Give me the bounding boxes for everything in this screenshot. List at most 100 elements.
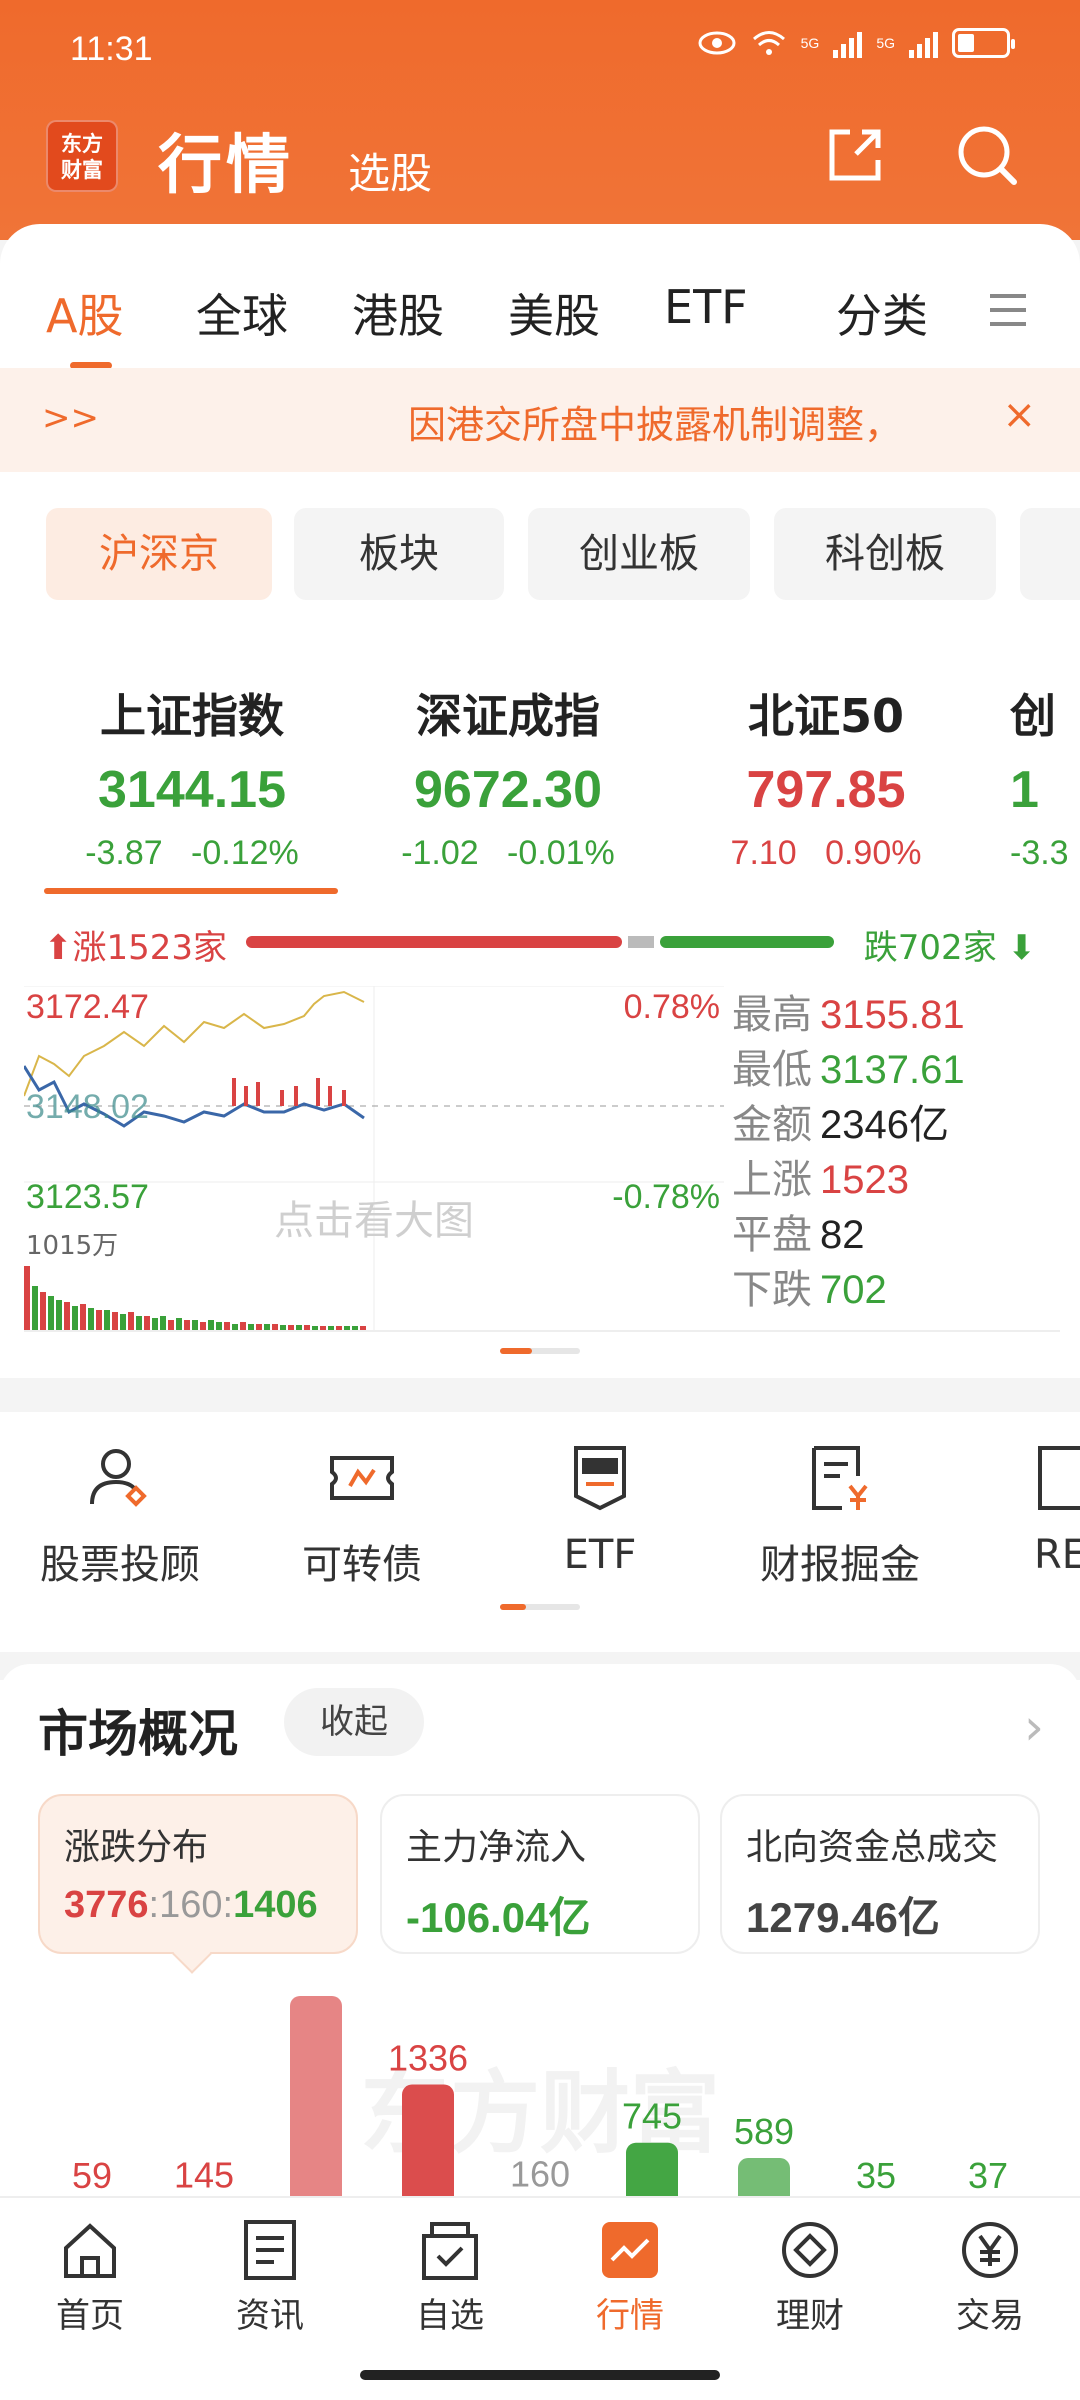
- index-value: 3144.15: [98, 761, 286, 819]
- tab-category[interactable]: 分类: [836, 280, 928, 346]
- distribution-bar-label: 37: [968, 2155, 1008, 2196]
- page-title: 行情: [158, 129, 294, 203]
- status-icons: 5G 5G: [697, 28, 1015, 58]
- volume-histogram: [24, 1266, 366, 1332]
- card-main-net-inflow[interactable]: 主力净流入 -106.04亿: [380, 1794, 700, 1954]
- nav-watchlist[interactable]: 自选: [360, 2218, 540, 2337]
- menu-icon[interactable]: [986, 288, 1030, 332]
- nav-wealth[interactable]: 理财: [720, 2218, 900, 2337]
- chart-mid-label: 3148.02: [26, 1088, 149, 1126]
- distribution-bar-label: 35: [856, 2155, 896, 2196]
- card-pointer: [172, 1934, 212, 1974]
- stat-low: 最低 3137.61: [732, 1047, 965, 1093]
- app-logo: 东方 财富: [46, 120, 118, 192]
- nav-news[interactable]: 资讯: [180, 2218, 360, 2337]
- advance-label: ⬆涨1523家: [44, 928, 228, 968]
- chip-more[interactable]: [1020, 508, 1080, 600]
- index-value: 9672.30: [414, 761, 602, 819]
- index-change: -3.87 -0.12%: [85, 834, 299, 872]
- logo-text-line2: 财富: [61, 158, 103, 182]
- app-header: 11:31 5G 5G 东方 财富 行情 选股: [0, 0, 1080, 240]
- distribution-bar-label: 745: [622, 2096, 682, 2137]
- intraday-chart-svg: 3172.47 3148.02 3123.57 0.78% -0.78% 101…: [22, 985, 724, 1332]
- close-icon[interactable]: ×: [1002, 392, 1036, 438]
- chip-chinext[interactable]: 创业板: [528, 508, 750, 600]
- market-tabs: A股 全球 港股 美股 ETF 分类: [0, 270, 1080, 370]
- stat-high: 最高 3155.81: [732, 992, 965, 1038]
- stock-picker-link[interactable]: 选股: [348, 140, 432, 201]
- tool-shortcuts: 股票投顾 可转债 ETF 财报掘金 RE: [0, 1412, 1080, 1652]
- eye-icon: [698, 31, 736, 55]
- etf-icon: [574, 1446, 626, 1511]
- trade-yen-icon: [962, 2222, 1018, 2278]
- chip-sector[interactable]: 板块: [294, 508, 504, 600]
- wifi-icon: [752, 31, 785, 55]
- index-card-shenzhen[interactable]: 深证成指 9672.30 -1.02 -0.01%: [358, 680, 658, 873]
- chart-high-pct: 0.78%: [624, 988, 720, 1026]
- index-name: 北证50: [747, 689, 904, 743]
- index-card-bse50[interactable]: 北证50 797.85 7.10 0.90%: [676, 680, 976, 873]
- card-northbound-volume[interactable]: 北向资金总成交 1279.46亿: [720, 1794, 1040, 1954]
- signal-icon-2: [909, 28, 938, 58]
- market-chart-icon: [602, 2222, 658, 2278]
- tool-advisor[interactable]: 股票投顾: [10, 1412, 230, 1590]
- index-value: 797.85: [746, 761, 906, 819]
- tab-global[interactable]: 全球: [196, 280, 288, 346]
- index-card-partial[interactable]: 创 1 -3.3: [1010, 680, 1080, 873]
- stat-flat: 平盘 82: [732, 1212, 865, 1258]
- index-name: 深证成指: [416, 689, 600, 743]
- tab-hk[interactable]: 港股: [352, 280, 444, 346]
- index-active-indicator: [44, 888, 338, 894]
- intraday-chart[interactable]: 3172.47 3148.02 3123.57 0.78% -0.78% 101…: [22, 985, 724, 1332]
- tab-etf[interactable]: ETF: [664, 280, 748, 334]
- index-name: 上证指数: [100, 689, 284, 743]
- tool-convertible-bond[interactable]: 可转债: [252, 1412, 472, 1590]
- chart-pager: [500, 1348, 580, 1354]
- watchlist-icon: [422, 2222, 478, 2280]
- tab-us[interactable]: 美股: [508, 280, 600, 346]
- battery-icon: [952, 28, 1015, 58]
- flat-segment: [628, 936, 654, 948]
- decline-segment: [660, 936, 834, 948]
- decline-label: 跌702家 ⬇: [863, 928, 1036, 968]
- rise-flat-fall-ratio: 3776:160:1406: [64, 1884, 318, 1926]
- arrow-up-icon: ⬆: [44, 928, 73, 968]
- nav-trade[interactable]: 交易: [900, 2218, 1080, 2337]
- signal-icon-1: [833, 28, 863, 58]
- chip-hushenjing[interactable]: 沪深京: [46, 508, 272, 600]
- report-icon: [812, 1446, 868, 1510]
- index-stats: 最高 3155.81 最低 3137.61 金额 2346亿 上涨 1523 平盘 82 …: [732, 988, 1062, 1318]
- chart-high-label: 3172.47: [26, 988, 149, 1026]
- share-icon[interactable]: [820, 120, 890, 190]
- market-filter-chips: 沪深京 板块 创业板 科创板: [0, 508, 1080, 600]
- nav-market[interactable]: 行情: [540, 2218, 720, 2337]
- logo-text-line1: 东方: [61, 132, 103, 156]
- advance-segment: [246, 936, 622, 948]
- tools-pager: [500, 1604, 580, 1610]
- card-rise-fall-distribution[interactable]: 涨跌分布 3776:160:1406: [38, 1794, 358, 1974]
- notice-message[interactable]: 因港交所盘中披露机制调整，: [408, 394, 968, 449]
- chart-volume-label: 1015万: [26, 1231, 118, 1261]
- advisor-icon: [90, 1449, 147, 1507]
- advance-decline-bar: ⬆涨1523家 跌702家 ⬇: [0, 916, 1080, 968]
- notice-bar[interactable]: >> 因港交所盘中披露机制调整， ×: [0, 368, 1080, 472]
- nav-home[interactable]: 首页: [0, 2218, 180, 2337]
- tool-partial[interactable]: RE: [990, 1412, 1080, 1578]
- index-card-shanghai[interactable]: 上证指数 3144.15 -3.87 -0.12%: [42, 680, 342, 873]
- document-icon: [1038, 1446, 1080, 1510]
- news-icon: [244, 2220, 296, 2280]
- tab-a-share[interactable]: A股: [46, 280, 123, 346]
- advance-decline-ratio: [246, 936, 834, 948]
- distribution-bar-label: 2236: [276, 1984, 356, 1990]
- tool-etf[interactable]: ETF: [490, 1412, 710, 1578]
- distribution-bar-label: 59: [72, 2155, 112, 2196]
- collapse-button[interactable]: 收起: [284, 1688, 424, 1756]
- status-bar: 11:31 5G 5G: [0, 0, 1080, 96]
- chart-low-label: 3123.57: [26, 1178, 149, 1216]
- chevron-right-icon[interactable]: ›: [1024, 1698, 1044, 1756]
- intraday-volume-bars: [232, 1078, 346, 1106]
- index-change: 7.10 0.90%: [730, 834, 922, 872]
- search-icon[interactable]: [952, 120, 1022, 190]
- chip-star-market[interactable]: 科创板: [774, 508, 996, 600]
- tool-report-mining[interactable]: 财报掘金: [730, 1412, 950, 1590]
